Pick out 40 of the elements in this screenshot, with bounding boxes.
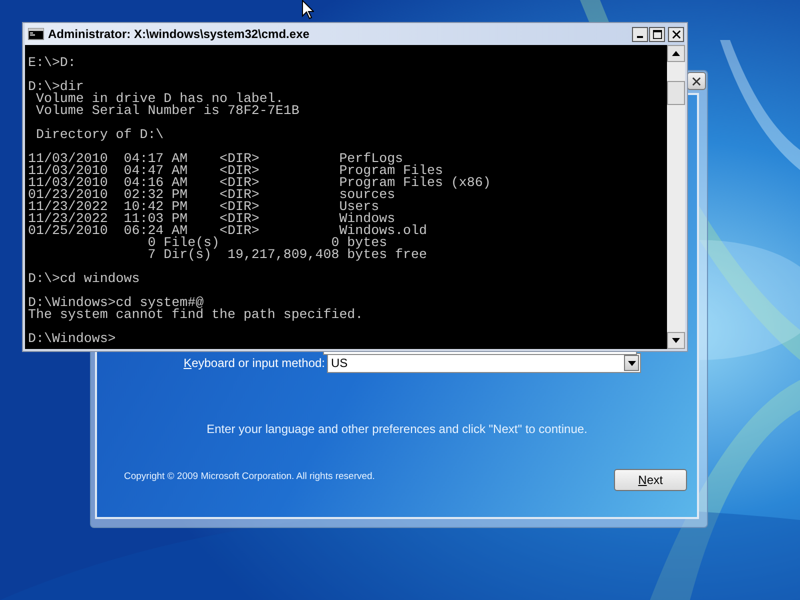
console-line: 11/03/2010 04:47 AM <DIR> Program Files <box>28 165 443 177</box>
console-line: D:\Windows>cd system#@ <box>28 297 204 309</box>
console-line: D:\>cd windows <box>28 273 140 285</box>
console-line: D:\Windows> <box>28 333 116 345</box>
window-title: Administrator: X:\windows\system32\cmd.exe <box>48 27 310 41</box>
cursor-icon <box>302 0 314 19</box>
console-line: 11/03/2010 04:16 AM <DIR> Program Files (x86) <box>28 177 491 189</box>
console-line: The system cannot find the path specified. <box>28 309 364 321</box>
console-line: E:\>D: <box>28 57 76 69</box>
console-line: 01/25/2010 06:24 AM <DIR> Windows.old <box>28 225 427 237</box>
scroll-up-button[interactable] <box>667 45 685 62</box>
down-arrow-icon <box>672 338 680 343</box>
up-arrow-icon <box>672 51 680 56</box>
console-line: 7 Dir(s) 19,217,809,408 bytes free <box>146 249 427 261</box>
close-button[interactable] <box>687 72 706 90</box>
console-line: Volume in drive D has no label. <box>34 93 284 105</box>
keyboard-label: Keyboard or input method: <box>182 356 325 370</box>
minimize-button[interactable] <box>632 26 648 42</box>
minimize-icon <box>637 36 643 38</box>
console-line: D:\>dir <box>28 81 84 93</box>
scrollbar[interactable] <box>667 45 685 349</box>
scroll-thumb[interactable] <box>667 81 685 105</box>
console-line: 0 File(s) 0 bytes <box>146 237 388 249</box>
next-button[interactable]: Next <box>614 469 687 491</box>
copyright-text: Copyright © 2009 Microsoft Corporation. All rights reserved. <box>124 471 375 482</box>
console-line: Directory of D:\ <box>34 129 164 141</box>
instruction-text: Enter your language and other preferences and click "Next" to continue. <box>206 422 588 436</box>
console-line: Volume Serial Number is 78F2-7E1B <box>34 105 300 117</box>
close-icon <box>672 30 680 38</box>
console-line: 11/23/2022 11:03 PM <DIR> Windows <box>28 213 396 225</box>
keyboard-dropdown[interactable]: US <box>327 353 641 373</box>
maximize-button[interactable] <box>649 26 665 42</box>
console-icon <box>28 28 44 40</box>
close-button[interactable] <box>668 26 684 42</box>
close-icon <box>692 76 701 86</box>
maximize-icon <box>652 30 662 38</box>
console-line: 01/23/2010 02:32 PM <DIR> sources <box>28 189 396 201</box>
scroll-down-button[interactable] <box>667 332 685 349</box>
console-line: 11/23/2022 10:42 PM <DIR> Users <box>28 201 380 213</box>
console-line: 11/03/2010 04:17 AM <DIR> PerfLogs <box>28 153 404 165</box>
